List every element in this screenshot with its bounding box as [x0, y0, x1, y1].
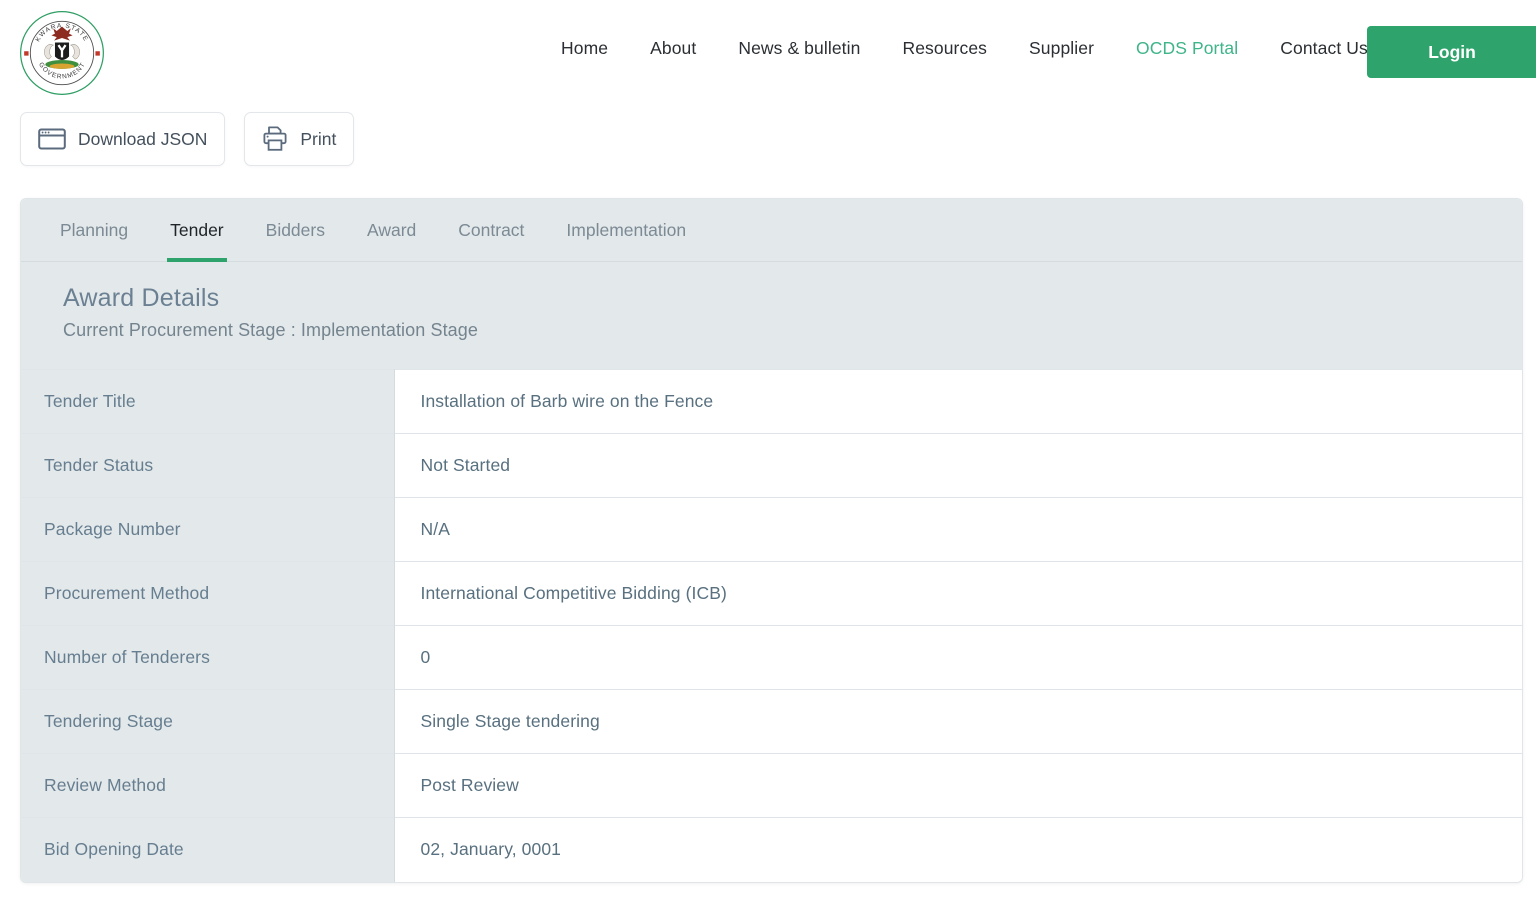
- tab-award[interactable]: Award: [346, 199, 437, 262]
- print-label: Print: [300, 128, 337, 149]
- table-row: Review Method Post Review: [21, 753, 1522, 818]
- print-button[interactable]: Print: [244, 112, 355, 166]
- table-row: Bid Opening Date 02, January, 0001: [21, 817, 1522, 882]
- table-row: Tendering Stage Single Stage tendering: [21, 689, 1522, 754]
- row-value: International Competitive Bidding (ICB): [394, 561, 1522, 626]
- printer-icon: [262, 126, 288, 152]
- section-header: Award Details Current Procurement Stage …: [21, 262, 1522, 369]
- nav-item-news[interactable]: News & bulletin: [717, 38, 881, 59]
- table-row: Procurement Method International Competi…: [21, 561, 1522, 626]
- procurement-stage-status: Current Procurement Stage : Implementati…: [63, 320, 479, 340]
- row-label: Tender Title: [21, 369, 395, 434]
- kwara-state-government-seal-icon: KWARA STATE GOVERNMENT: [20, 11, 104, 95]
- tab-implementation[interactable]: Implementation: [545, 199, 707, 262]
- row-value: N/A: [394, 497, 1522, 562]
- table-row: Number of Tenderers 0: [21, 625, 1522, 690]
- nav-item-resources[interactable]: Resources: [881, 38, 1008, 59]
- row-label: Tender Status: [21, 433, 395, 498]
- row-value: Single Stage tendering: [394, 689, 1522, 754]
- tab-tender[interactable]: Tender: [149, 199, 245, 262]
- row-value: Post Review: [394, 753, 1522, 818]
- row-label: Number of Tenderers: [21, 625, 395, 690]
- row-value: Not Started: [394, 433, 1522, 498]
- row-value: 0: [394, 625, 1522, 690]
- row-label: Review Method: [21, 753, 395, 818]
- table-row: Tender Status Not Started: [21, 433, 1522, 498]
- table-row: Tender Title Installation of Barb wire o…: [21, 369, 1522, 434]
- download-json-button[interactable]: Download JSON: [20, 112, 226, 166]
- row-value: 02, January, 0001: [394, 817, 1522, 882]
- procurement-stage-tabs: Planning Tender Bidders Award Contract I…: [21, 199, 1522, 262]
- tab-contract[interactable]: Contract: [437, 199, 545, 262]
- printer-icon-svg: [263, 126, 287, 151]
- tab-planning[interactable]: Planning: [39, 199, 149, 262]
- download-json-label: Download JSON: [78, 128, 208, 149]
- nav-item-about[interactable]: About: [629, 38, 717, 59]
- table-row: Package Number N/A: [21, 497, 1522, 562]
- row-label: Procurement Method: [21, 561, 395, 626]
- nav-item-supplier[interactable]: Supplier: [1008, 38, 1115, 59]
- document-actions-toolbar: Download JSON Print: [20, 112, 355, 166]
- browser-window-icon-svg: [38, 128, 66, 150]
- page-title: Award Details: [63, 284, 220, 312]
- nav-item-home[interactable]: Home: [540, 38, 629, 59]
- main-navigation: Home About News & bulletin Resources Sup…: [540, 38, 1389, 59]
- row-label: Bid Opening Date: [21, 817, 395, 882]
- row-label: Package Number: [21, 497, 395, 562]
- nav-item-ocds-portal[interactable]: OCDS Portal: [1115, 38, 1259, 59]
- row-value: Installation of Barb wire on the Fence: [394, 369, 1522, 434]
- tender-details-card: Planning Tender Bidders Award Contract I…: [20, 198, 1523, 883]
- top-navbar: KWARA STATE GOVERNMENT Home About News &…: [0, 0, 1536, 105]
- tab-bidders[interactable]: Bidders: [245, 199, 346, 262]
- login-button[interactable]: Login: [1367, 26, 1536, 78]
- site-logo[interactable]: KWARA STATE GOVERNMENT: [18, 9, 106, 97]
- tender-details-table: Tender Title Installation of Barb wire o…: [21, 369, 1522, 882]
- browser-window-icon: [38, 127, 66, 151]
- row-label: Tendering Stage: [21, 689, 395, 754]
